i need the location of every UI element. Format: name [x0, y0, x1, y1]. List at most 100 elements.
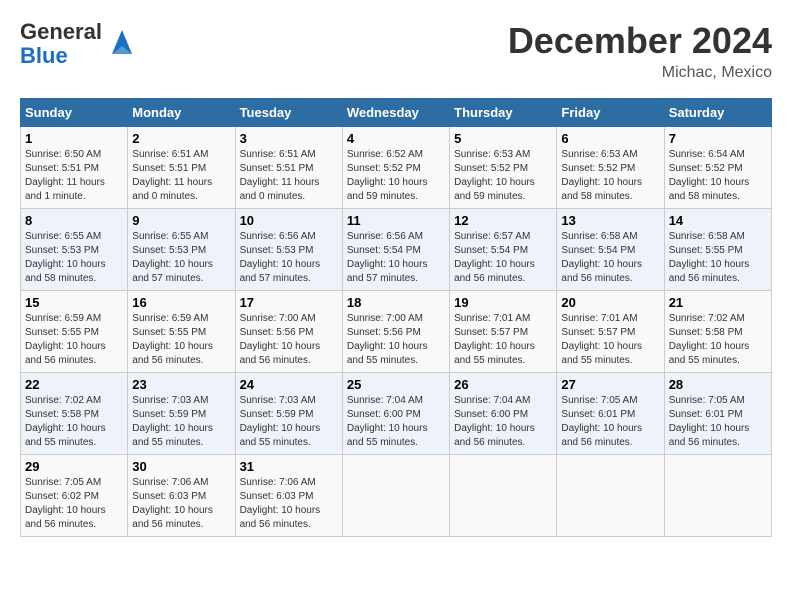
- day-detail: Sunrise: 6:56 AMSunset: 5:53 PMDaylight:…: [240, 231, 321, 284]
- day-detail: Sunrise: 7:01 AMSunset: 5:57 PMDaylight:…: [561, 313, 642, 366]
- logo: General Blue: [20, 20, 138, 68]
- calendar-cell: 22Sunrise: 7:02 AMSunset: 5:58 PMDayligh…: [21, 373, 128, 455]
- day-detail: Sunrise: 6:51 AMSunset: 5:51 PMDaylight:…: [132, 149, 212, 202]
- day-number: 21: [669, 295, 767, 310]
- day-number: 22: [25, 377, 123, 392]
- calendar-week-row: 15 Sunrise: 6:59 AMSunset: 5:55 PMDayligh…: [21, 291, 772, 373]
- day-detail: Sunrise: 7:06 AMSunset: 6:03 PMDaylight:…: [132, 477, 213, 530]
- calendar-cell: 11Sunrise: 6:56 AMSunset: 5:54 PMDayligh…: [342, 209, 449, 291]
- calendar-cell: 1 Sunrise: 6:50 AMSunset: 5:51 PMDaylight…: [21, 127, 128, 209]
- calendar-cell: 21 Sunrise: 7:02 AMSunset: 5:58 PMDayligh…: [664, 291, 771, 373]
- col-monday: Monday: [128, 99, 235, 127]
- col-tuesday: Tuesday: [235, 99, 342, 127]
- calendar-cell: 24 Sunrise: 7:03 AMSunset: 5:59 PMDayligh…: [235, 373, 342, 455]
- calendar-cell: 29Sunrise: 7:05 AMSunset: 6:02 PMDayligh…: [21, 455, 128, 537]
- day-number: 13: [561, 213, 659, 228]
- day-detail: Sunrise: 6:51 AMSunset: 5:51 PMDaylight:…: [240, 149, 320, 202]
- title-block: December 2024 Michac, Mexico: [508, 20, 772, 82]
- calendar-cell: [450, 455, 557, 537]
- day-number: 19: [454, 295, 552, 310]
- day-number: 5: [454, 131, 552, 146]
- day-number: 6: [561, 131, 659, 146]
- day-number: 11: [347, 213, 445, 228]
- day-number: 28: [669, 377, 767, 392]
- calendar-cell: [664, 455, 771, 537]
- calendar-cell: 12 Sunrise: 6:57 AMSunset: 5:54 PMDayligh…: [450, 209, 557, 291]
- calendar-cell: 10 Sunrise: 6:56 AMSunset: 5:53 PMDayligh…: [235, 209, 342, 291]
- day-detail: Sunrise: 6:58 AMSunset: 5:55 PMDaylight:…: [669, 231, 750, 284]
- calendar-cell: 17Sunrise: 7:00 AMSunset: 5:56 PMDayligh…: [235, 291, 342, 373]
- day-number: 20: [561, 295, 659, 310]
- day-detail: Sunrise: 6:58 AMSunset: 5:54 PMDaylight:…: [561, 231, 642, 284]
- calendar-cell: [557, 455, 664, 537]
- day-number: 23: [132, 377, 230, 392]
- day-number: 15: [25, 295, 123, 310]
- day-detail: Sunrise: 6:52 AMSunset: 5:52 PMDaylight:…: [347, 149, 428, 202]
- logo-general: General: [20, 20, 102, 44]
- calendar-cell: 13 Sunrise: 6:58 AMSunset: 5:54 PMDayligh…: [557, 209, 664, 291]
- day-detail: Sunrise: 6:59 AMSunset: 5:55 PMDaylight:…: [25, 313, 106, 366]
- calendar-cell: 2 Sunrise: 6:51 AMSunset: 5:51 PMDaylight…: [128, 127, 235, 209]
- month-title: December 2024: [508, 20, 772, 62]
- calendar-cell: 31 Sunrise: 7:06 AMSunset: 6:03 PMDayligh…: [235, 455, 342, 537]
- day-detail: Sunrise: 6:50 AMSunset: 5:51 PMDaylight:…: [25, 149, 105, 202]
- day-detail: Sunrise: 6:54 AMSunset: 5:52 PMDaylight:…: [669, 149, 750, 202]
- calendar-cell: 6 Sunrise: 6:53 AMSunset: 5:52 PMDaylight…: [557, 127, 664, 209]
- location: Michac, Mexico: [508, 64, 772, 82]
- day-number: 26: [454, 377, 552, 392]
- day-number: 31: [240, 459, 338, 474]
- day-detail: Sunrise: 6:53 AMSunset: 5:52 PMDaylight:…: [561, 149, 642, 202]
- day-detail: Sunrise: 7:00 AMSunset: 5:56 PMDaylight:…: [347, 313, 428, 366]
- day-number: 1: [25, 131, 123, 146]
- day-number: 25: [347, 377, 445, 392]
- calendar-week-row: 1 Sunrise: 6:50 AMSunset: 5:51 PMDaylight…: [21, 127, 772, 209]
- calendar-cell: 23Sunrise: 7:03 AMSunset: 5:59 PMDayligh…: [128, 373, 235, 455]
- day-detail: Sunrise: 7:02 AMSunset: 5:58 PMDaylight:…: [669, 313, 750, 366]
- calendar-header-row: Sunday Monday Tuesday Wednesday Thursday…: [21, 99, 772, 127]
- calendar-week-row: 22Sunrise: 7:02 AMSunset: 5:58 PMDayligh…: [21, 373, 772, 455]
- calendar-cell: 18 Sunrise: 7:00 AMSunset: 5:56 PMDayligh…: [342, 291, 449, 373]
- day-detail: Sunrise: 6:53 AMSunset: 5:52 PMDaylight:…: [454, 149, 535, 202]
- calendar-cell: 4 Sunrise: 6:52 AMSunset: 5:52 PMDaylight…: [342, 127, 449, 209]
- day-detail: Sunrise: 6:59 AMSunset: 5:55 PMDaylight:…: [132, 313, 213, 366]
- calendar-cell: 7 Sunrise: 6:54 AMSunset: 5:52 PMDaylight…: [664, 127, 771, 209]
- day-number: 2: [132, 131, 230, 146]
- day-detail: Sunrise: 6:55 AMSunset: 5:53 PMDaylight:…: [25, 231, 106, 284]
- calendar-cell: 19Sunrise: 7:01 AMSunset: 5:57 PMDayligh…: [450, 291, 557, 373]
- calendar-cell: 25Sunrise: 7:04 AMSunset: 6:00 PMDayligh…: [342, 373, 449, 455]
- calendar-cell: 8 Sunrise: 6:55 AMSunset: 5:53 PMDaylight…: [21, 209, 128, 291]
- calendar-cell: 9Sunrise: 6:55 AMSunset: 5:53 PMDaylight…: [128, 209, 235, 291]
- calendar-cell: 14 Sunrise: 6:58 AMSunset: 5:55 PMDayligh…: [664, 209, 771, 291]
- day-detail: Sunrise: 7:05 AMSunset: 6:01 PMDaylight:…: [561, 395, 642, 448]
- day-number: 12: [454, 213, 552, 228]
- day-detail: Sunrise: 7:05 AMSunset: 6:01 PMDaylight:…: [669, 395, 750, 448]
- calendar-week-row: 8 Sunrise: 6:55 AMSunset: 5:53 PMDaylight…: [21, 209, 772, 291]
- day-number: 7: [669, 131, 767, 146]
- day-number: 8: [25, 213, 123, 228]
- day-detail: Sunrise: 6:57 AMSunset: 5:54 PMDaylight:…: [454, 231, 535, 284]
- day-detail: Sunrise: 7:04 AMSunset: 6:00 PMDaylight:…: [454, 395, 535, 448]
- day-number: 24: [240, 377, 338, 392]
- day-number: 18: [347, 295, 445, 310]
- col-sunday: Sunday: [21, 99, 128, 127]
- day-number: 4: [347, 131, 445, 146]
- col-friday: Friday: [557, 99, 664, 127]
- calendar-cell: [342, 455, 449, 537]
- calendar-cell: 5 Sunrise: 6:53 AMSunset: 5:52 PMDaylight…: [450, 127, 557, 209]
- calendar-cell: 20 Sunrise: 7:01 AMSunset: 5:57 PMDayligh…: [557, 291, 664, 373]
- calendar-body: 1 Sunrise: 6:50 AMSunset: 5:51 PMDaylight…: [21, 127, 772, 537]
- day-number: 10: [240, 213, 338, 228]
- day-number: 14: [669, 213, 767, 228]
- day-detail: Sunrise: 7:06 AMSunset: 6:03 PMDaylight:…: [240, 477, 321, 530]
- calendar-cell: 26 Sunrise: 7:04 AMSunset: 6:00 PMDayligh…: [450, 373, 557, 455]
- day-number: 16: [132, 295, 230, 310]
- day-detail: Sunrise: 6:55 AMSunset: 5:53 PMDaylight:…: [132, 231, 213, 284]
- calendar-cell: 30 Sunrise: 7:06 AMSunset: 6:03 PMDayligh…: [128, 455, 235, 537]
- calendar-cell: 16 Sunrise: 6:59 AMSunset: 5:55 PMDayligh…: [128, 291, 235, 373]
- day-detail: Sunrise: 7:03 AMSunset: 5:59 PMDaylight:…: [240, 395, 321, 448]
- day-number: 30: [132, 459, 230, 474]
- logo-icon: [106, 26, 138, 62]
- calendar-cell: 27Sunrise: 7:05 AMSunset: 6:01 PMDayligh…: [557, 373, 664, 455]
- calendar-cell: 28 Sunrise: 7:05 AMSunset: 6:01 PMDayligh…: [664, 373, 771, 455]
- calendar-table: Sunday Monday Tuesday Wednesday Thursday…: [20, 98, 772, 537]
